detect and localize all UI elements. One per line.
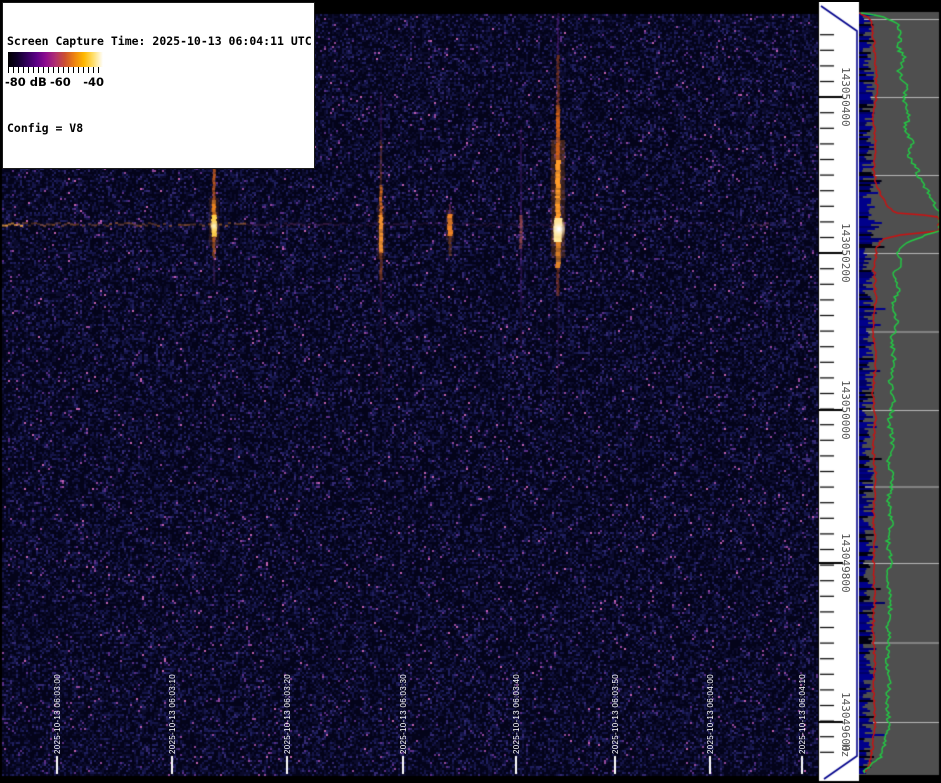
- time-axis-label: 2025-10-13 06:03:10: [168, 674, 177, 754]
- time-axis-label: 2025-10-13 06:03:40: [512, 674, 521, 754]
- color-scale-gradient-bar: [8, 52, 103, 67]
- frequency-axis-label: 143050400: [839, 67, 852, 127]
- capture-time-text: Screen Capture Time: 2025-10-13 06:04:11…: [7, 34, 312, 48]
- time-axis-label: 2025-10-13 06:03:20: [283, 674, 292, 754]
- frequency-axis-label: 143049600: [839, 692, 852, 752]
- frequency-axis-label: 143049800: [839, 533, 852, 593]
- spectrum-lab-window: Screen Capture Time: 2025-10-13 06:04:11…: [0, 0, 941, 783]
- time-axis-label: 2025-10-13 06:03:30: [399, 674, 408, 754]
- color-scale-labels: -80 dB -60 -40: [3, 73, 107, 93]
- time-axis-label: 2025-10-13 06:03:50: [611, 674, 620, 754]
- time-axis-label: 2025-10-13 06:03:00: [53, 674, 62, 754]
- time-axis-label: 2025-10-13 06:04:00: [706, 674, 715, 754]
- time-axis-label: 2025-10-13 06:04:10: [798, 674, 807, 754]
- db-label-minus60: -60: [50, 75, 71, 89]
- db-label-minus40: -40: [83, 75, 104, 89]
- frequency-axis-label: 143050200: [839, 223, 852, 283]
- config-text: Config = V8: [7, 121, 84, 135]
- frequency-axis-label: 143050000: [839, 380, 852, 440]
- db-label-minus80: -80 dB: [5, 75, 47, 89]
- amplitude-color-scale: -80 dB -60 -40: [3, 48, 107, 95]
- frequency-unit-label: Hz: [839, 744, 852, 758]
